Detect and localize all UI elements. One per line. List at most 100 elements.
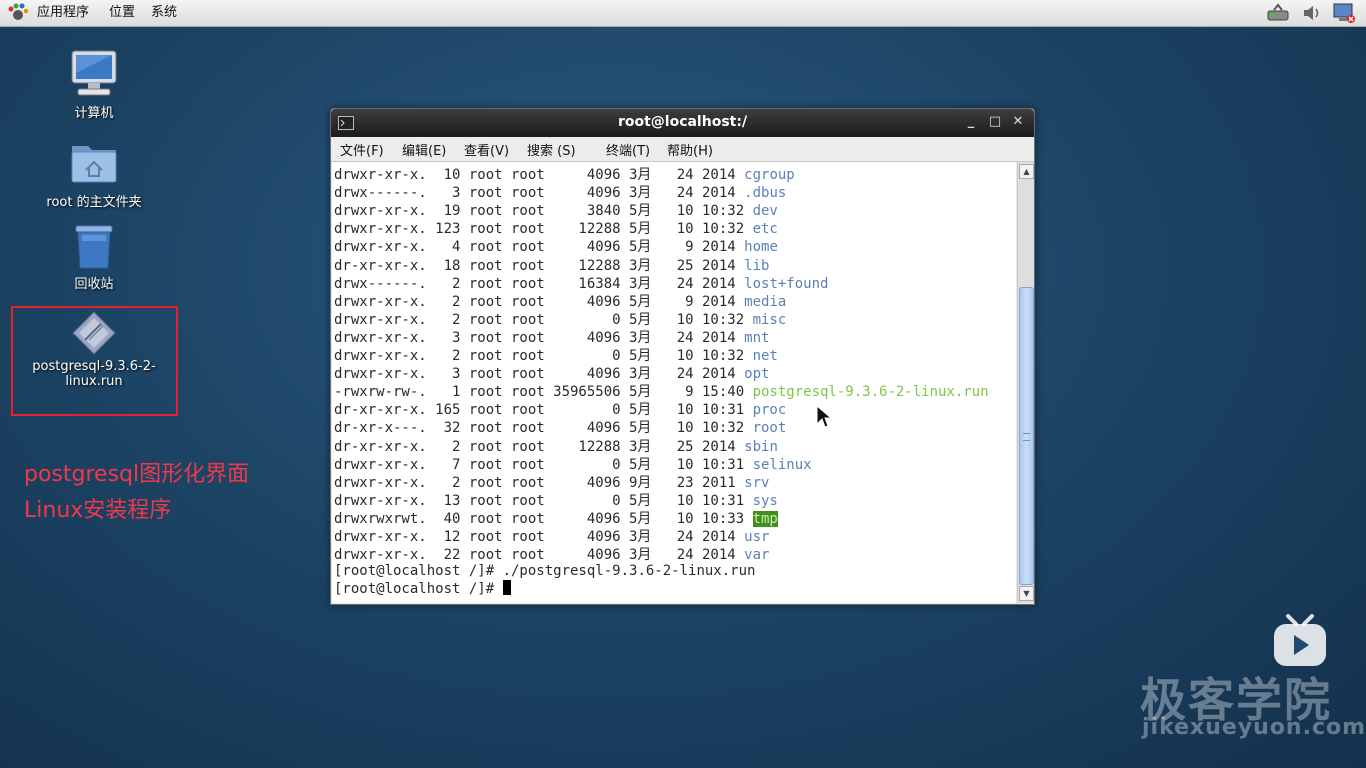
ls-row-meta: -rwxrw-rw-. 1 root root 35965506 5月 9 15… bbox=[334, 384, 753, 401]
volume-icon[interactable] bbox=[1300, 2, 1324, 24]
ls-row: drwxr-xr-x. 12 root root 4096 3月 24 2014… bbox=[334, 528, 769, 546]
panel-menu-applications[interactable]: 应用程序 bbox=[37, 0, 89, 26]
desktop-icon-label: 回收站 bbox=[74, 277, 114, 292]
ls-row-filename: tmp bbox=[752, 510, 778, 527]
ls-row: dr-xr-xr-x. 2 root root 12288 3月 25 2014… bbox=[334, 438, 778, 456]
ls-row: drwxr-xr-x. 4 root root 4096 5月 9 2014 h… bbox=[334, 238, 778, 256]
ls-row-filename: lib bbox=[744, 257, 770, 274]
display-icon[interactable] bbox=[1332, 2, 1356, 24]
minimize-button[interactable]: _ bbox=[963, 114, 979, 130]
ls-row-filename: usr bbox=[744, 529, 770, 545]
shell-prompt: [root@localhost /]# bbox=[334, 563, 503, 579]
menu-search[interactable]: 搜索 (S) bbox=[527, 140, 576, 159]
ls-row-meta: drwxr-xr-x. 7 root root 0 5月 10 10:31 bbox=[334, 456, 753, 473]
desktop-icon-computer[interactable]: 计算机 bbox=[24, 48, 164, 121]
ls-row: drwx------. 2 root root 16384 3月 24 2014… bbox=[334, 275, 828, 293]
desktop-icon-home[interactable]: root 的主文件夹 bbox=[24, 138, 164, 210]
highlight-box bbox=[11, 306, 178, 416]
ls-row: drwxr-xr-x. 123 root root 12288 5月 10 10… bbox=[334, 220, 778, 238]
ls-row: dr-xr-x---. 32 root root 4096 5月 10 10:3… bbox=[334, 419, 786, 437]
mouse-cursor-icon bbox=[816, 405, 832, 428]
ls-row-meta: drwxr-xr-x. 3 root root 4096 3月 24 2014 bbox=[334, 366, 745, 383]
close-button[interactable]: ✕ bbox=[1010, 114, 1026, 130]
scrollbar-thumb[interactable] bbox=[1019, 287, 1034, 585]
ls-row: dr-xr-xr-x. 18 root root 12288 3月 25 201… bbox=[334, 257, 769, 275]
terminal-window[interactable]: root@localhost:/ _ □ ✕ 文件(F) 编辑(E) 查看(V)… bbox=[330, 108, 1035, 605]
ls-row-filename: lost+found bbox=[744, 275, 829, 292]
ls-row-meta: drwxr-xr-x. 2 root root 4096 9月 23 2011 bbox=[334, 474, 745, 491]
current-prompt-line[interactable]: [root@localhost /]# bbox=[334, 580, 511, 598]
ls-row-filename: opt bbox=[744, 366, 770, 383]
ls-row-meta: drwxr-xr-x. 2 root root 0 5月 10 10:32 bbox=[334, 311, 753, 328]
ls-row-filename: var bbox=[744, 547, 770, 564]
panel-menu-system[interactable]: 系统 bbox=[151, 0, 177, 26]
ls-row-meta: dr-xr-xr-x. 165 root root 0 5月 10 10:31 bbox=[334, 402, 753, 419]
ls-row-meta: drwx------. 3 root root 4096 3月 24 2014 bbox=[334, 185, 745, 202]
command-line: [root@localhost /]# ./postgresql-9.3.6-2… bbox=[334, 562, 755, 580]
computer-icon bbox=[71, 50, 117, 96]
ls-row-filename: media bbox=[744, 293, 787, 310]
terminal-titlebar[interactable]: root@localhost:/ _ □ ✕ bbox=[331, 109, 1034, 137]
ls-row-meta: drwxr-xr-x. 13 root root 0 5月 10 10:31 bbox=[334, 492, 753, 509]
ls-row-filename: net bbox=[752, 348, 778, 364]
ls-row-meta: drwxr-xr-x. 22 root root 4096 3月 24 2014 bbox=[334, 547, 745, 564]
ls-row-meta: dr-xr-xr-x. 2 root root 12288 3月 25 2014 bbox=[334, 438, 745, 455]
annotation-line-2: Linux安装程序 bbox=[24, 498, 172, 523]
shell-command: ./postgresql-9.3.6-2-linux.run bbox=[502, 563, 756, 579]
text-cursor bbox=[502, 580, 511, 595]
ls-row-filename: misc bbox=[752, 311, 787, 328]
ls-row: drwxr-xr-x. 2 root root 0 5月 10 10:32 ne… bbox=[334, 347, 778, 365]
ls-row-meta: drwxr-xr-x. 4 root root 4096 5月 9 2014 bbox=[334, 239, 745, 256]
ls-row-filename: etc bbox=[752, 221, 778, 238]
ls-row-filename: .dbus bbox=[744, 185, 787, 202]
menu-terminal[interactable]: 终端(T) bbox=[606, 140, 650, 159]
ls-row-filename: home bbox=[744, 239, 778, 256]
ls-row-meta: drwxr-xr-x. 3 root root 4096 3月 24 2014 bbox=[334, 329, 745, 346]
panel-menu-places[interactable]: 位置 bbox=[109, 0, 135, 26]
ls-row-filename: mnt bbox=[744, 329, 770, 346]
shell-prompt: [root@localhost /]# bbox=[334, 581, 503, 597]
desktop-icon-label: 计算机 bbox=[74, 106, 114, 121]
terminal-menubar: 文件(F) 编辑(E) 查看(V) 搜索 (S) 终端(T) 帮助(H) bbox=[331, 137, 1034, 162]
gnome-foot-icon[interactable] bbox=[7, 3, 29, 23]
ls-row-filename: root bbox=[752, 420, 787, 437]
ls-row-filename: srv bbox=[744, 474, 770, 491]
home-folder-icon bbox=[71, 146, 117, 183]
ls-row: -rwxrw-rw-. 1 root root 35965506 5月 9 15… bbox=[334, 383, 989, 401]
menu-edit[interactable]: 编辑(E) bbox=[402, 140, 446, 159]
tv-play-icon bbox=[1274, 614, 1326, 666]
trash-icon bbox=[75, 225, 113, 269]
ls-row-filename: dev bbox=[752, 203, 778, 220]
ls-row-filename: selinux bbox=[752, 456, 812, 473]
top-panel: 应用程序 位置 系统 bbox=[0, 0, 1366, 27]
ls-row-meta: drwxr-xr-x. 123 root root 12288 5月 10 10… bbox=[334, 221, 753, 238]
scroll-up-arrow[interactable]: ▲ bbox=[1019, 164, 1034, 179]
ls-row-meta: drwxr-xr-x. 12 root root 4096 3月 24 2014 bbox=[334, 529, 745, 545]
ls-row-filename: postgresql-9.3.6-2-linux.run bbox=[752, 384, 989, 401]
ls-row-filename: cgroup bbox=[744, 167, 795, 183]
menu-view[interactable]: 查看(V) bbox=[464, 140, 509, 159]
desktop-icon-trash[interactable]: 回收站 bbox=[24, 222, 164, 292]
ls-row: drwxr-xr-x. 3 root root 4096 3月 24 2014 … bbox=[334, 365, 769, 383]
annotation-line-1: postgresql图形化界面 bbox=[24, 462, 250, 487]
window-title: root@localhost:/ bbox=[617, 114, 748, 130]
network-icon[interactable] bbox=[1266, 2, 1290, 24]
ls-row-filename: sbin bbox=[744, 438, 778, 455]
ls-row: drwxr-xr-x. 2 root root 4096 9月 23 2011 … bbox=[334, 474, 769, 492]
ls-row-filename: proc bbox=[752, 402, 787, 419]
menu-file[interactable]: 文件(F) bbox=[340, 140, 384, 159]
ls-row-meta: drwxr-xr-x. 19 root root 3840 5月 10 10:3… bbox=[334, 203, 753, 220]
ls-row: drwxrwxrwt. 40 root root 4096 5月 10 10:3… bbox=[334, 510, 778, 528]
terminal-output[interactable]: drwxr-xr-x. 10 root root 4096 3月 24 2014… bbox=[332, 162, 1016, 603]
ls-row: drwxr-xr-x. 2 root root 0 5月 10 10:32 mi… bbox=[334, 311, 786, 329]
menu-help[interactable]: 帮助(H) bbox=[667, 140, 713, 159]
scroll-down-arrow[interactable]: ▼ bbox=[1019, 586, 1034, 601]
ls-row-meta: drwx------. 2 root root 16384 3月 24 2014 bbox=[334, 275, 745, 292]
ls-row-meta: drwxr-xr-x. 10 root root 4096 3月 24 2014 bbox=[334, 167, 745, 183]
ls-row-meta: dr-xr-xr-x. 18 root root 12288 3月 25 201… bbox=[334, 257, 745, 274]
ls-row-meta: drwxr-xr-x. 2 root root 0 5月 10 10:32 bbox=[334, 348, 753, 364]
ls-row: drwx------. 3 root root 4096 3月 24 2014 … bbox=[334, 184, 786, 202]
scrollbar[interactable]: ▲ ▼ bbox=[1017, 162, 1034, 603]
ls-row-filename: sys bbox=[752, 492, 778, 509]
maximize-button[interactable]: □ bbox=[987, 114, 1003, 130]
